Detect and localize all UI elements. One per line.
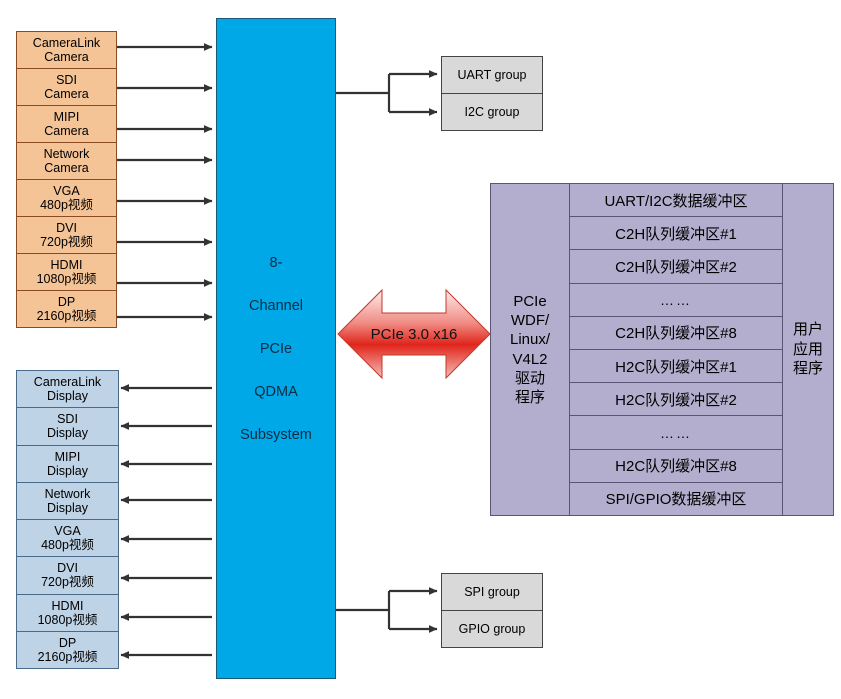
source-item[interactable]: MIPI Camera xyxy=(17,106,116,143)
user-application-column[interactable]: 用户 应用 程序 xyxy=(783,184,833,515)
buffer-item[interactable]: C2H队列缓冲区#1 xyxy=(570,217,782,251)
qdma-line: QDMA xyxy=(254,383,298,400)
pcie-link: PCIe 3.0 x16 xyxy=(338,288,490,380)
host-software-panel: PCIe WDF/ Linux/ V4L2 驱动 程序 UART/I2C数据缓冲… xyxy=(490,183,834,516)
app-line: 应用 xyxy=(792,340,823,358)
pcie-link-label: PCIe 3.0 x16 xyxy=(370,325,458,343)
buffer-item[interactable]: UART/I2C数据缓冲区 xyxy=(570,184,782,218)
buffer-item[interactable]: H2C队列缓冲区#1 xyxy=(570,350,782,384)
display-item[interactable]: SDI Display xyxy=(17,408,118,446)
display-item-line1: HDMI xyxy=(51,598,84,613)
display-item-line2: 2160p视频 xyxy=(37,649,98,664)
display-item[interactable]: Network Display xyxy=(17,482,118,520)
uart-group-item[interactable]: UART group xyxy=(442,57,542,94)
display-item-line2: 1080p视频 xyxy=(37,612,98,627)
display-item[interactable]: CameraLink Display xyxy=(17,371,118,409)
app-line: 程序 xyxy=(792,360,823,378)
source-item-line2: 480p视频 xyxy=(40,198,93,212)
source-item-line1: SDI xyxy=(56,72,77,87)
display-item-line1: DP xyxy=(58,635,77,650)
display-item-line2: 720p视频 xyxy=(41,575,94,590)
source-item-line2: 1080p视频 xyxy=(36,272,97,286)
buffer-item[interactable]: C2H队列缓冲区#8 xyxy=(570,316,782,351)
source-item-line1: DP xyxy=(57,294,76,309)
spi-group-item[interactable]: SPI group xyxy=(442,574,542,611)
qdma-line: Channel xyxy=(248,297,303,314)
buffer-item-ellipsis: …… xyxy=(570,416,782,450)
source-item[interactable]: SDI Camera xyxy=(17,69,116,106)
display-item[interactable]: DVI 720p视频 xyxy=(17,557,118,595)
source-item-line2: Camera xyxy=(44,161,89,175)
buffer-item[interactable]: H2C队列缓冲区#2 xyxy=(570,383,782,417)
source-item[interactable]: CameraLink Camera xyxy=(17,32,116,69)
source-item-line2: Camera xyxy=(44,87,89,101)
source-item[interactable]: DVI 720p视频 xyxy=(17,217,116,254)
display-item-line2: Display xyxy=(47,426,88,441)
diagram-canvas: CameraLink Camera SDI Camera MIPI Camera… xyxy=(0,0,841,699)
video-output-display-stack: CameraLink Display SDI Display MIPI Disp… xyxy=(16,370,119,669)
driver-line: PCIe xyxy=(513,292,547,310)
display-item[interactable]: MIPI Display xyxy=(17,445,118,483)
source-item-line1: DVI xyxy=(56,220,77,235)
source-item-line2: 2160p视频 xyxy=(36,309,97,323)
display-item-line1: SDI xyxy=(57,412,78,427)
display-item-line1: Network xyxy=(44,486,91,501)
driver-line: 驱动 xyxy=(514,369,545,387)
i2c-group-item[interactable]: I2C group xyxy=(442,94,542,130)
source-item-line2: 720p视频 xyxy=(40,235,93,249)
source-item-line1: HDMI xyxy=(50,257,83,272)
source-item-line2: Camera xyxy=(44,50,89,64)
buffer-item-ellipsis: …… xyxy=(570,283,782,317)
source-item[interactable]: DP 2160p视频 xyxy=(17,291,116,327)
source-item[interactable]: HDMI 1080p视频 xyxy=(17,254,116,291)
driver-line: 程序 xyxy=(514,388,545,406)
spi-gpio-group-box: SPI group GPIO group xyxy=(441,573,543,648)
display-item-line1: CameraLink xyxy=(33,375,102,389)
driver-line: Linux/ xyxy=(509,331,551,349)
display-item-line2: Display xyxy=(47,463,88,478)
source-item[interactable]: VGA 480p视频 xyxy=(17,180,116,217)
buffer-item[interactable]: H2C队列缓冲区#8 xyxy=(570,449,782,483)
source-item-line1: Network xyxy=(43,146,90,161)
display-item-line2: Display xyxy=(47,500,88,515)
app-line: 用户 xyxy=(792,321,823,339)
qdma-line: 8- xyxy=(269,254,283,271)
display-item-line2: Display xyxy=(47,389,88,404)
buffer-list: UART/I2C数据缓冲区 C2H队列缓冲区#1 C2H队列缓冲区#2 …… C… xyxy=(569,184,783,516)
pcie-driver-column[interactable]: PCIe WDF/ Linux/ V4L2 驱动 程序 xyxy=(491,184,569,515)
qdma-line: Subsystem xyxy=(240,426,312,443)
video-input-source-stack: CameraLink Camera SDI Camera MIPI Camera… xyxy=(16,31,117,328)
display-item[interactable]: HDMI 1080p视频 xyxy=(17,594,118,632)
source-item-line1: VGA xyxy=(53,183,80,198)
source-item[interactable]: Network Camera xyxy=(17,143,116,180)
driver-line: WDF/ xyxy=(510,312,550,330)
source-item-line1: CameraLink xyxy=(32,35,101,50)
driver-line: V4L2 xyxy=(512,350,548,368)
uart-i2c-group-box: UART group I2C group xyxy=(441,56,543,131)
pcie-qdma-subsystem-block[interactable]: 8- Channel PCIe QDMA Subsystem xyxy=(216,18,336,679)
buffer-item[interactable]: C2H队列缓冲区#2 xyxy=(570,250,782,284)
gpio-group-item[interactable]: GPIO group xyxy=(442,611,542,647)
source-item-line2: Camera xyxy=(44,124,89,138)
display-item[interactable]: VGA 480p视频 xyxy=(17,520,118,558)
display-item-line1: VGA xyxy=(54,524,81,538)
display-item-line1: MIPI xyxy=(54,449,81,464)
display-item-line1: DVI xyxy=(57,561,78,576)
display-item-line2: 480p视频 xyxy=(41,538,94,553)
qdma-line: PCIe xyxy=(259,340,293,357)
display-item[interactable]: DP 2160p视频 xyxy=(17,631,118,668)
source-item-line1: MIPI xyxy=(53,109,80,124)
buffer-item[interactable]: SPI/GPIO数据缓冲区 xyxy=(570,482,782,516)
